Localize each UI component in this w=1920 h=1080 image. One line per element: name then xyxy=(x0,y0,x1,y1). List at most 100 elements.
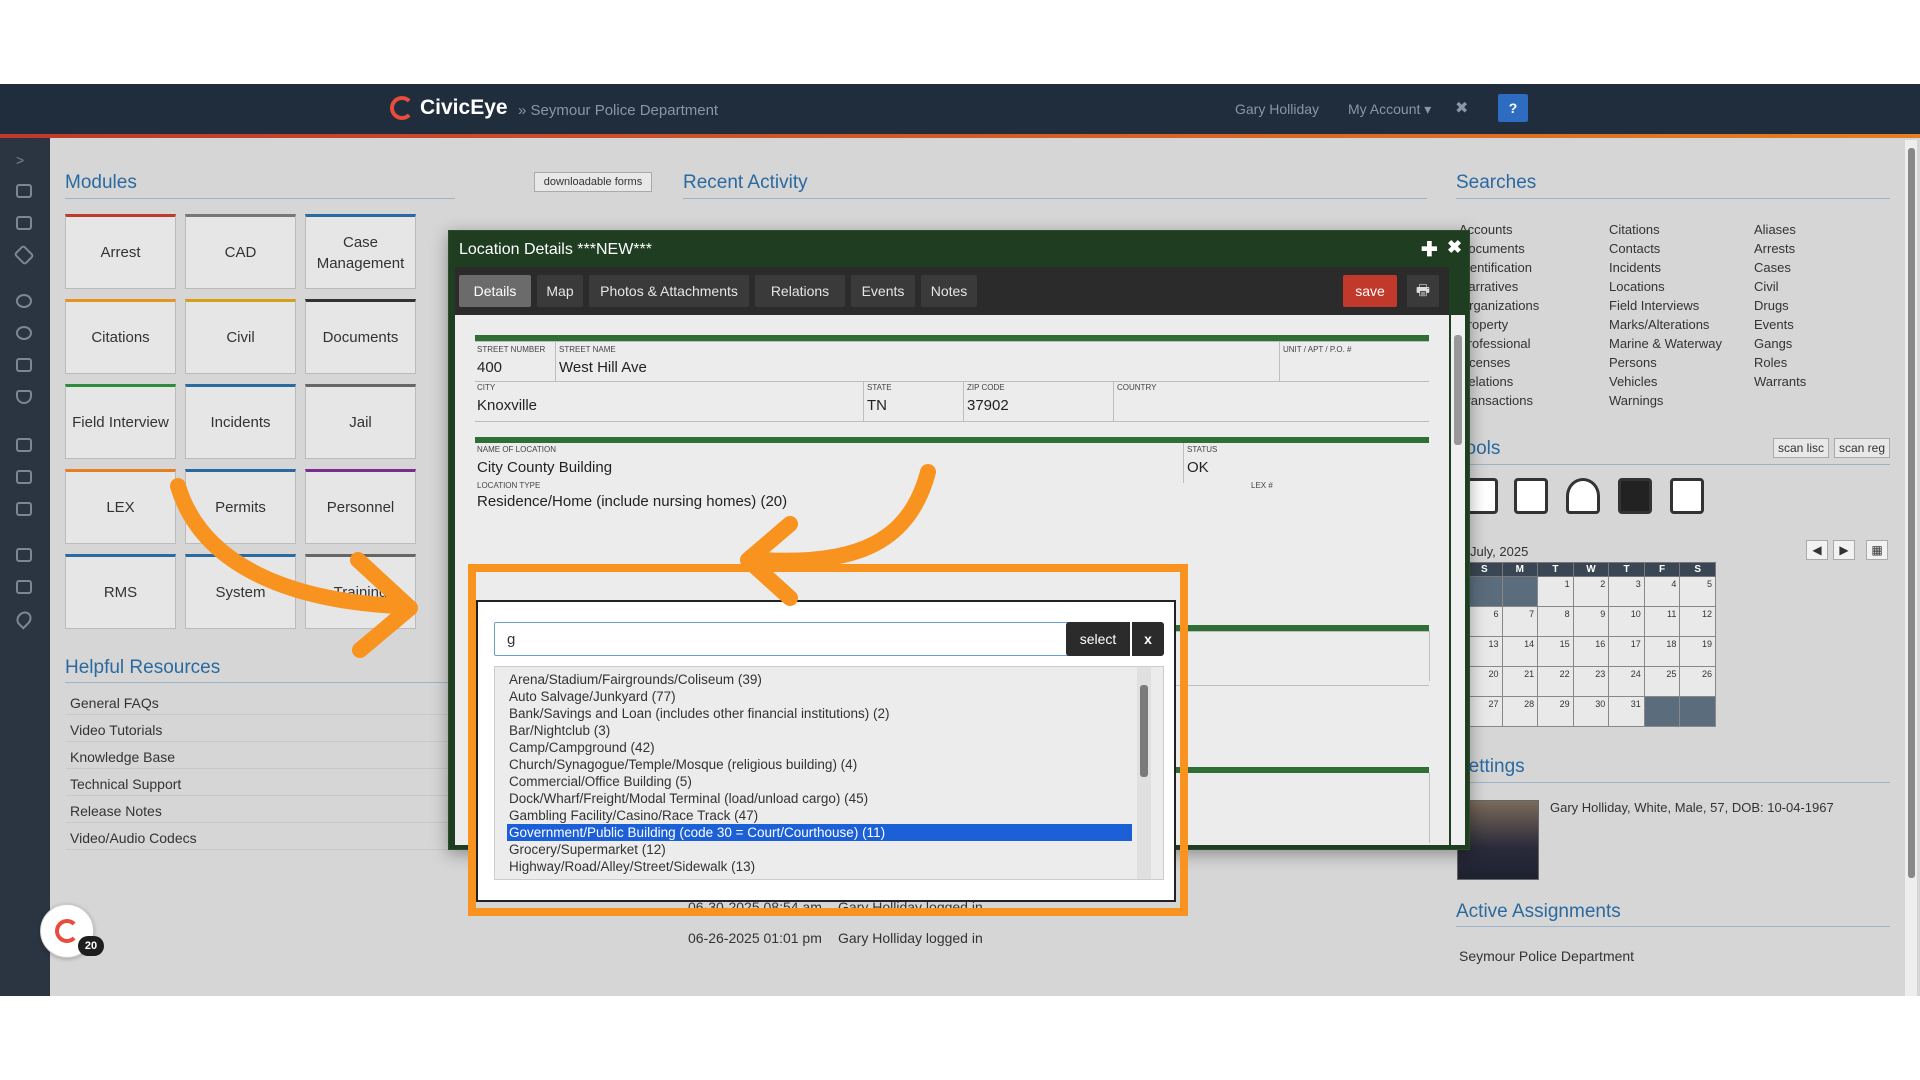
tab-events[interactable]: Events xyxy=(851,275,915,307)
calendar-day-cell[interactable]: 16 xyxy=(1572,636,1610,667)
calendar-day-cell[interactable]: 12 xyxy=(1679,606,1716,637)
search-link[interactable]: Transactions xyxy=(1459,391,1539,410)
shield-icon[interactable] xyxy=(16,390,32,404)
downloadable-forms-button[interactable]: downloadable forms xyxy=(534,172,652,192)
calendar-day-cell[interactable]: 11 xyxy=(1643,606,1681,637)
calendar-day-cell[interactable]: 4 xyxy=(1643,576,1681,607)
truck-icon[interactable] xyxy=(16,580,32,594)
search-link[interactable]: Field Interviews xyxy=(1609,296,1722,315)
calendar-day-cell[interactable]: 2 xyxy=(1572,576,1610,607)
close-icon[interactable]: ✖ xyxy=(1455,98,1468,118)
module-tile-documents[interactable]: Documents xyxy=(305,299,416,374)
resource-link[interactable]: General FAQs xyxy=(70,695,159,711)
tag-icon[interactable] xyxy=(13,244,35,266)
user-name-link[interactable]: Gary Holliday xyxy=(1235,101,1319,117)
calendar-day-cell[interactable]: 10 xyxy=(1608,606,1645,637)
calendar-day-cell[interactable]: 26 xyxy=(1679,666,1716,697)
location-type-option[interactable]: Grocery/Supermarket (12) xyxy=(507,841,1132,858)
search-link[interactable]: Roles xyxy=(1754,353,1806,372)
document-list-icon[interactable] xyxy=(16,470,32,484)
module-tile-system[interactable]: System xyxy=(185,554,296,629)
status-field[interactable]: OK xyxy=(1187,459,1209,476)
search-link[interactable]: Warnings xyxy=(1609,391,1722,410)
search-link[interactable]: Identification xyxy=(1459,258,1539,277)
calendar-day-cell[interactable]: 22 xyxy=(1537,666,1574,697)
list-scrollbar-thumb[interactable] xyxy=(1140,685,1148,777)
location-type-option[interactable]: Government/Public Building (code 30 = Co… xyxy=(507,824,1132,841)
module-tile-personnel[interactable]: Personnel xyxy=(305,469,416,544)
search-link[interactable]: Professional xyxy=(1459,334,1539,353)
module-tile-citations[interactable]: Citations xyxy=(65,299,176,374)
picker-close-button[interactable]: x xyxy=(1132,622,1164,656)
location-type-option[interactable]: Church/Synagogue/Temple/Mosque (religiou… xyxy=(507,756,1132,773)
tab-map[interactable]: Map xyxy=(537,275,583,307)
location-type-option[interactable]: Dock/Wharf/Freight/Modal Terminal (load/… xyxy=(507,790,1132,807)
search-link[interactable]: Incidents xyxy=(1609,258,1722,277)
search-link[interactable]: Locations xyxy=(1609,277,1722,296)
calendar-day-cell[interactable]: 27 xyxy=(1466,696,1503,727)
search-link[interactable]: Events xyxy=(1754,315,1806,334)
location-pin-icon[interactable] xyxy=(13,608,35,630)
resource-link[interactable]: Video Tutorials xyxy=(70,722,162,738)
notebook-icon[interactable] xyxy=(1670,478,1704,514)
search-link[interactable]: Persons xyxy=(1609,353,1722,372)
street-name-field[interactable]: West Hill Ave xyxy=(559,359,647,376)
location-type-option[interactable]: Bar/Nightclub (3) xyxy=(507,722,1132,739)
page-scrollbar-thumb[interactable] xyxy=(1908,148,1915,878)
search-link[interactable]: Marks/Alterations xyxy=(1609,315,1722,334)
calendar-day-cell[interactable]: 20 xyxy=(1466,666,1503,697)
street-number-field[interactable]: 400 xyxy=(477,359,502,376)
resource-link[interactable]: Knowledge Base xyxy=(70,749,175,765)
close-icon[interactable]: ✖ xyxy=(1447,237,1462,258)
search-link[interactable]: Relations xyxy=(1459,372,1539,391)
module-tile-lex[interactable]: LEX xyxy=(65,469,176,544)
save-button[interactable]: save xyxy=(1343,275,1397,307)
brand[interactable]: CivicEye xyxy=(390,96,508,120)
calendar-day-cell[interactable]: 18 xyxy=(1643,636,1681,667)
calendar-day-cell[interactable] xyxy=(1501,576,1539,607)
location-type-option[interactable]: Camp/Campground (42) xyxy=(507,739,1132,756)
calendar-next-button[interactable]: ▶ xyxy=(1833,540,1855,560)
calendar-day-cell[interactable]: 17 xyxy=(1608,636,1645,667)
calendar-day-cell[interactable]: 24 xyxy=(1608,666,1645,697)
print-icon[interactable]: 🖶 xyxy=(1407,275,1439,307)
location-type-list[interactable]: Arena/Stadium/Fairgrounds/Coliseum (39) A… xyxy=(494,666,1164,880)
calendar-day-cell[interactable]: 25 xyxy=(1643,666,1681,697)
calendar-day-cell[interactable]: 30 xyxy=(1572,696,1610,727)
search-link[interactable]: Narratives xyxy=(1459,277,1539,296)
module-tile-rms[interactable]: RMS xyxy=(65,554,176,629)
search-link[interactable]: Civil xyxy=(1754,277,1806,296)
search-link[interactable]: Accounts xyxy=(1459,220,1539,239)
list-icon[interactable] xyxy=(16,216,32,230)
module-tile-training[interactable]: Training xyxy=(305,554,416,629)
state-field[interactable]: TN xyxy=(867,397,887,414)
search-link[interactable]: Vehicles xyxy=(1609,372,1722,391)
calendar-day-cell[interactable] xyxy=(1643,696,1681,727)
search-link[interactable]: Contacts xyxy=(1609,239,1722,258)
mail-icon[interactable] xyxy=(16,502,32,516)
tab-notes[interactable]: Notes xyxy=(921,275,977,307)
location-type-search-input[interactable]: g xyxy=(494,622,1070,656)
location-type-option[interactable]: Commercial/Office Building (5) xyxy=(507,773,1132,790)
calendar-day-cell[interactable]: 7 xyxy=(1501,606,1539,637)
calendar-day-cell[interactable]: 9 xyxy=(1572,606,1610,637)
location-type-option[interactable]: Auto Salvage/Junkyard (77) xyxy=(507,688,1132,705)
modal-scrollbar-thumb[interactable] xyxy=(1454,335,1462,445)
search-link[interactable]: Warrants xyxy=(1754,372,1806,391)
tab-relations[interactable]: Relations xyxy=(755,275,845,307)
expand-icon[interactable]: ✚ xyxy=(1421,237,1438,262)
calendar-day-cell[interactable] xyxy=(1466,576,1503,607)
calendar-day-cell[interactable]: 23 xyxy=(1572,666,1610,697)
module-tile-civil[interactable]: Civil xyxy=(185,299,296,374)
module-tile-arrest[interactable]: Arrest xyxy=(65,214,176,289)
calendar-day-cell[interactable]: 5 xyxy=(1679,576,1716,607)
scan-registration-button[interactable]: scan reg xyxy=(1834,438,1890,458)
resource-link[interactable]: Technical Support xyxy=(70,776,181,792)
resource-link[interactable]: Release Notes xyxy=(70,803,162,819)
calendar-icon[interactable] xyxy=(1514,478,1548,514)
help-button[interactable]: ? xyxy=(1498,94,1528,122)
module-tile-jail[interactable]: Jail xyxy=(305,384,416,459)
add-user-icon[interactable] xyxy=(16,326,32,340)
calendar-day-cell[interactable]: 6 xyxy=(1466,606,1503,637)
tab-details[interactable]: Details xyxy=(459,275,531,307)
